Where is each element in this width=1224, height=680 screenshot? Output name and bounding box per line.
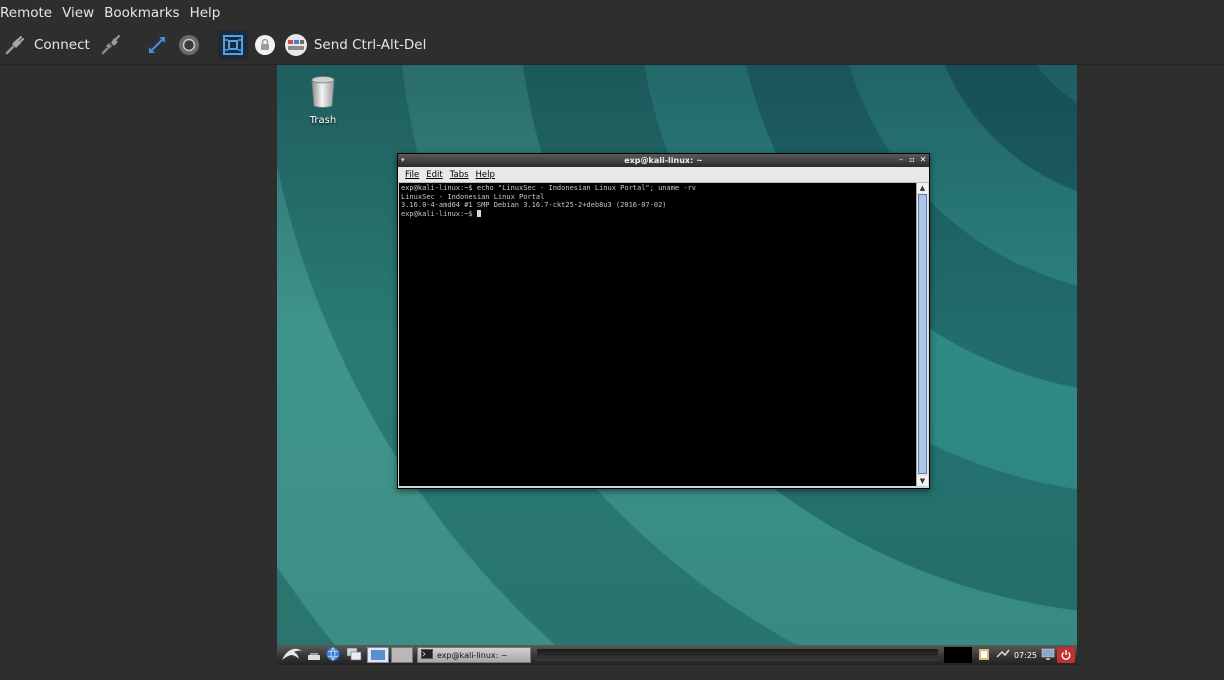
plug-icon xyxy=(4,34,26,56)
terminal-window[interactable]: ▾ exp@kali-linux: ~ – ▫ ✕ File Edit Tabs… xyxy=(397,153,930,489)
remote-desktop-viewport[interactable]: Trash ▾ exp@kali-linux: ~ – ▫ ✕ File Edi… xyxy=(277,65,1077,665)
taskbar-task-label: exp@kali-linux: ~ xyxy=(437,650,508,660)
menu-help[interactable]: Help xyxy=(190,0,229,26)
taskbar-clock[interactable]: 07:25 xyxy=(1014,651,1037,660)
menu-view[interactable]: View xyxy=(62,0,102,26)
clipboard-icon xyxy=(977,646,991,665)
file-manager-launcher[interactable] xyxy=(343,647,365,663)
taskbar-spacer xyxy=(537,649,938,661)
terminal-menu-edit[interactable]: Edit xyxy=(426,170,442,180)
keyboard-icon xyxy=(284,33,308,57)
send-ctrl-alt-del-button[interactable]: Send Ctrl-Alt-Del xyxy=(284,30,427,60)
menu-bookmarks[interactable]: Bookmarks xyxy=(104,0,187,26)
fullscreen-button[interactable] xyxy=(144,30,170,60)
scroll-up-icon[interactable]: ▲ xyxy=(917,183,928,193)
desktop-icon-label: Trash xyxy=(309,115,337,126)
toolbar: Connect Send Ctrl-Alt-Del xyxy=(0,26,1224,65)
terminal-screen[interactable]: exp@kali-linux:~$ echo "LinuxSec - Indon… xyxy=(399,183,916,486)
trash-icon xyxy=(311,75,335,113)
record-button[interactable] xyxy=(176,30,202,60)
menubar: Remote View Bookmarks Help xyxy=(0,0,1224,26)
terminal-prompt: exp@kali-linux:~$ xyxy=(401,209,477,218)
maximize-icon[interactable]: ▫ xyxy=(908,155,916,165)
desktop-icon-trash[interactable]: Trash xyxy=(303,75,343,126)
start-menu-button[interactable] xyxy=(279,647,305,663)
network-tray[interactable] xyxy=(994,647,1012,663)
minimize-icon[interactable]: – xyxy=(897,155,905,165)
connect-button[interactable]: Connect xyxy=(4,30,90,60)
desktop-icon xyxy=(307,646,321,665)
lock-icon xyxy=(254,34,276,56)
terminal-menu-help[interactable]: Help xyxy=(476,170,495,180)
terminal-menu-tabs[interactable]: Tabs xyxy=(450,170,469,180)
fit-window-icon xyxy=(222,34,244,56)
terminal-title: exp@kali-linux: ~ xyxy=(624,156,703,165)
monitor-lock-icon xyxy=(1041,646,1055,665)
scroll-down-icon[interactable]: ▼ xyxy=(917,476,928,486)
power-icon xyxy=(1060,646,1072,665)
record-icon xyxy=(178,34,200,56)
terminal-titlebar[interactable]: ▾ exp@kali-linux: ~ – ▫ ✕ xyxy=(398,154,929,167)
browser-launcher[interactable] xyxy=(323,646,343,665)
lock-screen-button[interactable] xyxy=(1039,647,1057,663)
terminal-line: exp@kali-linux:~$ echo "LinuxSec - Indon… xyxy=(401,184,697,192)
terminal-line: 3.16.0-4-amd64 #1 SMP Debian 3.16.7-ckt2… xyxy=(401,201,667,209)
terminal-line: LinuxSec - Indonesian Linux Portal xyxy=(401,192,545,201)
windows-icon xyxy=(346,646,362,665)
taskbar: exp@kali-linux: ~ 07:25 xyxy=(277,645,1077,665)
globe-icon xyxy=(326,646,340,665)
terminal-cursor xyxy=(476,209,481,217)
unplug-icon xyxy=(100,34,122,56)
network-icon xyxy=(996,646,1010,665)
workspace-2[interactable] xyxy=(391,647,413,663)
scrollbar-thumb[interactable] xyxy=(918,194,927,474)
kali-dragon-icon xyxy=(281,645,303,665)
workspace-icon xyxy=(370,646,386,665)
fullscreen-arrows-icon xyxy=(146,34,168,56)
terminal-scrollbar[interactable]: ▲ ▼ xyxy=(916,183,928,486)
minimize-all-button[interactable] xyxy=(305,647,323,663)
close-icon[interactable]: ✕ xyxy=(919,155,927,165)
lock-button[interactable] xyxy=(252,30,278,60)
disconnect-button[interactable] xyxy=(98,30,124,60)
terminal-menu-file[interactable]: File xyxy=(405,170,419,180)
connect-label: Connect xyxy=(34,37,90,53)
terminal-menubar: File Edit Tabs Help xyxy=(398,167,929,183)
terminal-prompt-line: exp@kali-linux:~$ xyxy=(401,209,914,219)
terminal-icon xyxy=(421,649,433,661)
menu-remote[interactable]: Remote xyxy=(0,0,60,26)
logout-button[interactable] xyxy=(1057,647,1075,663)
fit-window-button[interactable] xyxy=(217,30,248,60)
send-ctrl-alt-del-label: Send Ctrl-Alt-Del xyxy=(313,37,427,53)
taskbar-black-slot xyxy=(943,647,972,663)
workspace-1[interactable] xyxy=(367,647,389,663)
clipboard-tray[interactable] xyxy=(974,647,994,663)
taskbar-task-terminal[interactable]: exp@kali-linux: ~ xyxy=(417,647,531,663)
